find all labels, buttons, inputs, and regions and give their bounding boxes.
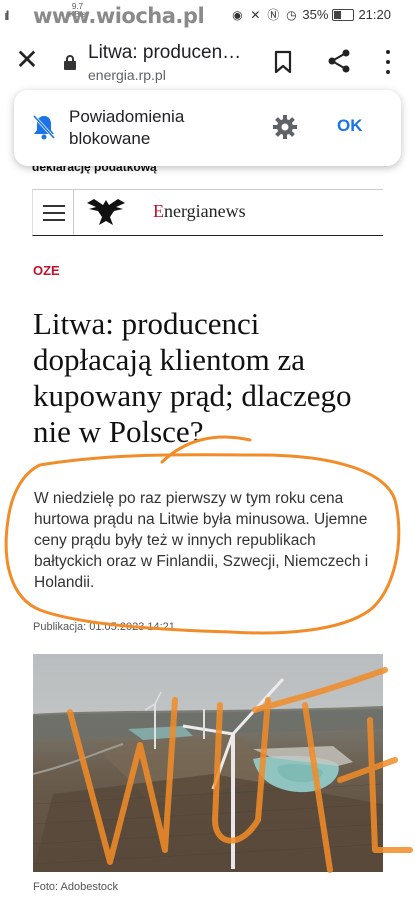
- watermark: www.wiocha.pl: [33, 4, 205, 28]
- lock-icon[interactable]: [64, 55, 76, 70]
- brand-name[interactable]: Energianews: [153, 201, 246, 222]
- signal-icon: ıll: [4, 8, 10, 23]
- header-divider: [73, 190, 74, 235]
- alarm-icon: ◷: [286, 7, 297, 22]
- eagle-logo-icon[interactable]: [85, 197, 127, 227]
- share-icon[interactable]: [326, 48, 352, 74]
- photo-caption: Foto: Adobestock: [33, 881, 118, 893]
- gear-icon[interactable]: [272, 114, 298, 140]
- site-header: Energianews: [32, 189, 383, 236]
- status-icons: ◉ ✕ Ⓝ ◷ 35% 21:20: [230, 7, 391, 22]
- publication-date: Publikacja: 01.05.2023 14:21: [33, 621, 175, 633]
- article-lead: W niedzielę po raz pierwszy w tym roku c…: [34, 490, 369, 591]
- eye-icon: ◉: [232, 7, 243, 22]
- battery-icon: [332, 8, 355, 21]
- wind-farm-photo: [33, 654, 383, 872]
- category-link[interactable]: OZE: [33, 263, 60, 278]
- browser-toolbar: ✕ Litwa: producen… energia.rp.pl: [0, 30, 415, 92]
- clock: 21:20: [358, 7, 391, 22]
- ok-button[interactable]: OK: [337, 116, 363, 136]
- article-photo: [33, 654, 383, 872]
- mute-icon: ✕: [250, 7, 261, 22]
- more-vert-icon[interactable]: [380, 50, 396, 74]
- close-icon[interactable]: ✕: [14, 46, 40, 74]
- tab-title[interactable]: Litwa: producen…: [88, 42, 241, 64]
- notification-blocked-banner: Powiadomienia blokowane OK: [14, 90, 401, 166]
- hamburger-icon[interactable]: [43, 205, 65, 221]
- article-headline: Litwa: producenci dopłacają klientom za …: [33, 306, 352, 449]
- bookmark-icon[interactable]: [272, 50, 294, 74]
- notification-text: Powiadomienia blokowane: [69, 107, 185, 148]
- bell-off-icon: [32, 114, 56, 140]
- url-domain[interactable]: energia.rp.pl: [88, 67, 166, 83]
- battery-percent: 35%: [302, 7, 329, 22]
- nfc-icon: Ⓝ: [267, 7, 280, 22]
